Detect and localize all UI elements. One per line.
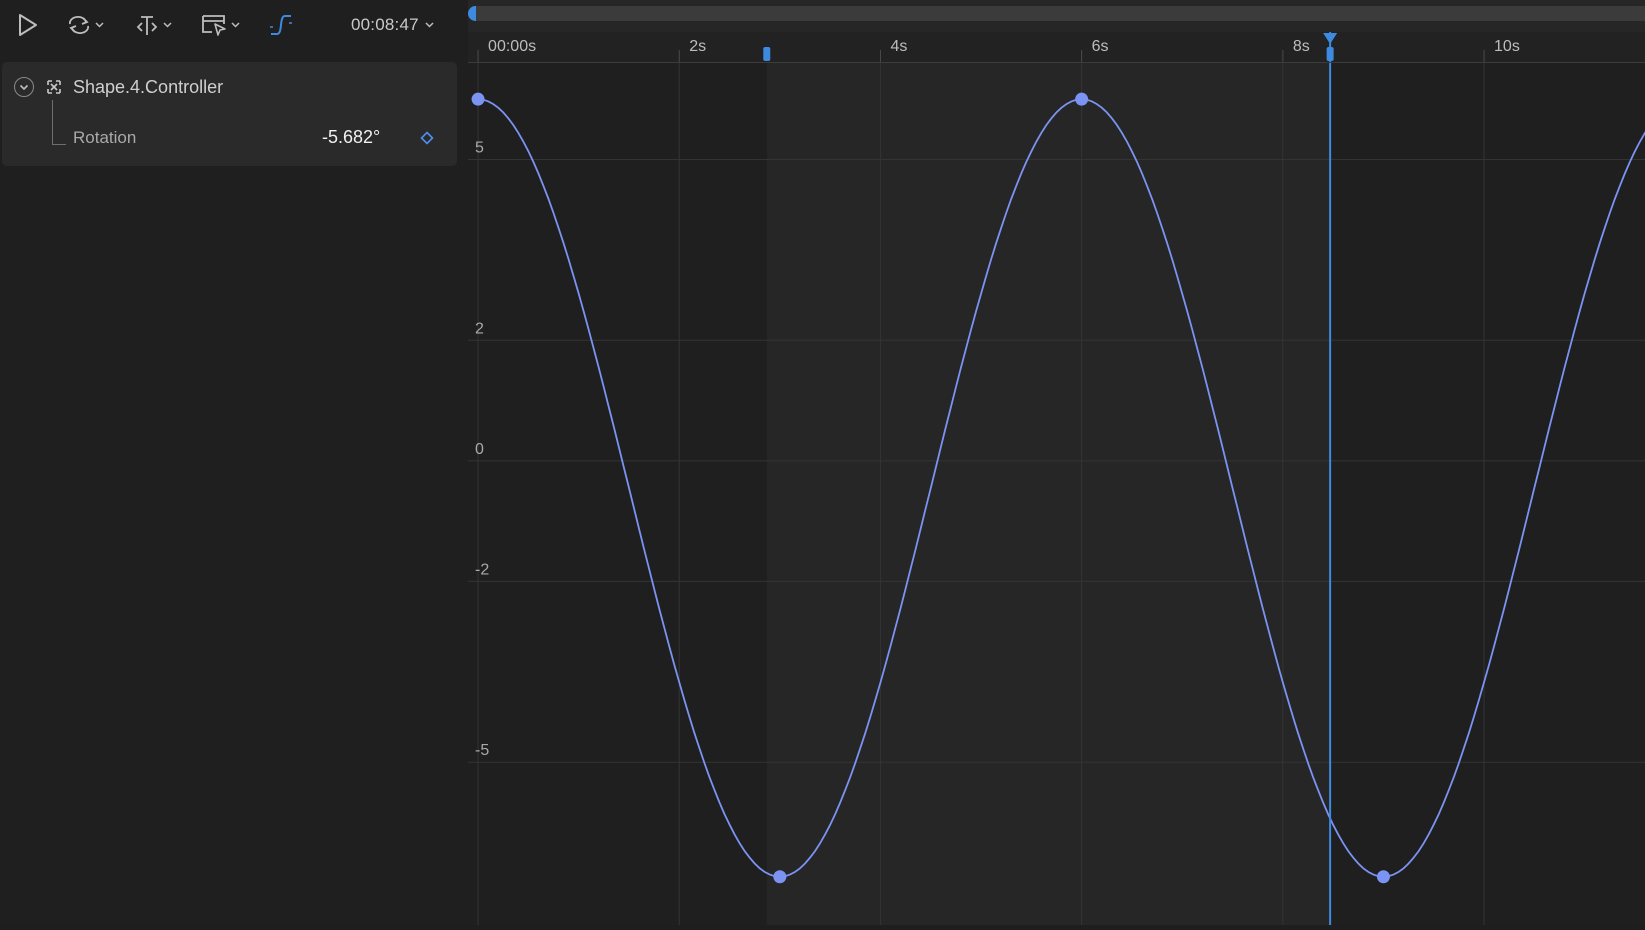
- play-icon: [19, 14, 37, 36]
- group-layer-icon: [47, 80, 61, 94]
- toolbar: 00:08:47: [0, 0, 468, 52]
- value-axis-label: 5: [475, 139, 484, 156]
- keyframe-point[interactable]: [1075, 92, 1089, 106]
- chevron-down-icon: [163, 22, 172, 28]
- curve-editor-toggle[interactable]: [267, 8, 295, 42]
- playhead-handle[interactable]: [1323, 33, 1338, 44]
- loop-icon: [69, 16, 89, 34]
- chevron-down-icon: [95, 22, 104, 28]
- ruler-ticks: 00:00s 2s 4s 6s 8s 10s: [477, 32, 1520, 62]
- expand-toggle[interactable]: [14, 77, 34, 97]
- keyframe-diamond-icon: [420, 131, 434, 145]
- scrollbar-handle[interactable]: [468, 6, 476, 21]
- work-area-end-marker: [1326, 47, 1334, 61]
- preview-dropdown[interactable]: [200, 8, 240, 42]
- timeline-scrollbar[interactable]: [468, 6, 1645, 21]
- ruler-tick-label: 00:00s: [488, 38, 536, 55]
- graph-editor: 00:00s 2s 4s 6s 8s 10s 5 2 0 -2 -5: [468, 0, 1645, 925]
- value-axis-label: -5: [475, 742, 489, 759]
- property-name[interactable]: Rotation: [73, 128, 136, 148]
- keyframe-point[interactable]: [1376, 870, 1390, 884]
- snap-dropdown[interactable]: [134, 8, 172, 42]
- tree-connector: [52, 100, 66, 145]
- value-axis-label: -2: [475, 561, 489, 578]
- play-button[interactable]: [14, 8, 40, 42]
- ruler-tick-label: 6s: [1092, 38, 1109, 55]
- keyframe-point[interactable]: [471, 92, 485, 106]
- time-ruler[interactable]: 00:00s 2s 4s 6s 8s 10s: [468, 32, 1645, 63]
- curve-svg: 5 2 0 -2 -5: [468, 63, 1645, 925]
- timecode-dropdown[interactable]: 00:08:47: [351, 12, 434, 38]
- curve-plot[interactable]: 5 2 0 -2 -5: [468, 63, 1645, 925]
- inactive-region: [1330, 63, 1645, 925]
- ruler-tick-label: 4s: [890, 38, 907, 55]
- chevron-down-icon: [19, 84, 29, 90]
- chevron-down-icon: [425, 22, 434, 28]
- preview-icon: [202, 15, 226, 36]
- loop-dropdown[interactable]: [66, 8, 104, 42]
- ruler-tick-label: 8s: [1293, 38, 1310, 55]
- inactive-region: [468, 63, 767, 925]
- ruler-tick-label: 10s: [1494, 38, 1520, 55]
- value-axis-label: 0: [475, 441, 484, 458]
- work-area-start-marker[interactable]: [763, 47, 771, 61]
- curve-editor-icon: [270, 15, 292, 35]
- ruler-tick-label: 2s: [689, 38, 706, 55]
- chevron-down-icon: [231, 22, 240, 28]
- layer-name[interactable]: Shape.4.Controller: [73, 77, 223, 98]
- keyframe-toggle-button[interactable]: [418, 129, 436, 147]
- property-value[interactable]: -5.682°: [322, 127, 380, 148]
- layer-row: Shape.4.Controller Rotation -5.682°: [2, 62, 457, 166]
- value-axis-label: 2: [475, 320, 484, 337]
- timecode-value: 00:08:47: [351, 15, 419, 34]
- layers-panel: 00:08:47 Shape.4.Controller Rotation -5.…: [0, 0, 468, 925]
- keyframe-point[interactable]: [773, 870, 787, 884]
- snap-icon: [136, 16, 158, 35]
